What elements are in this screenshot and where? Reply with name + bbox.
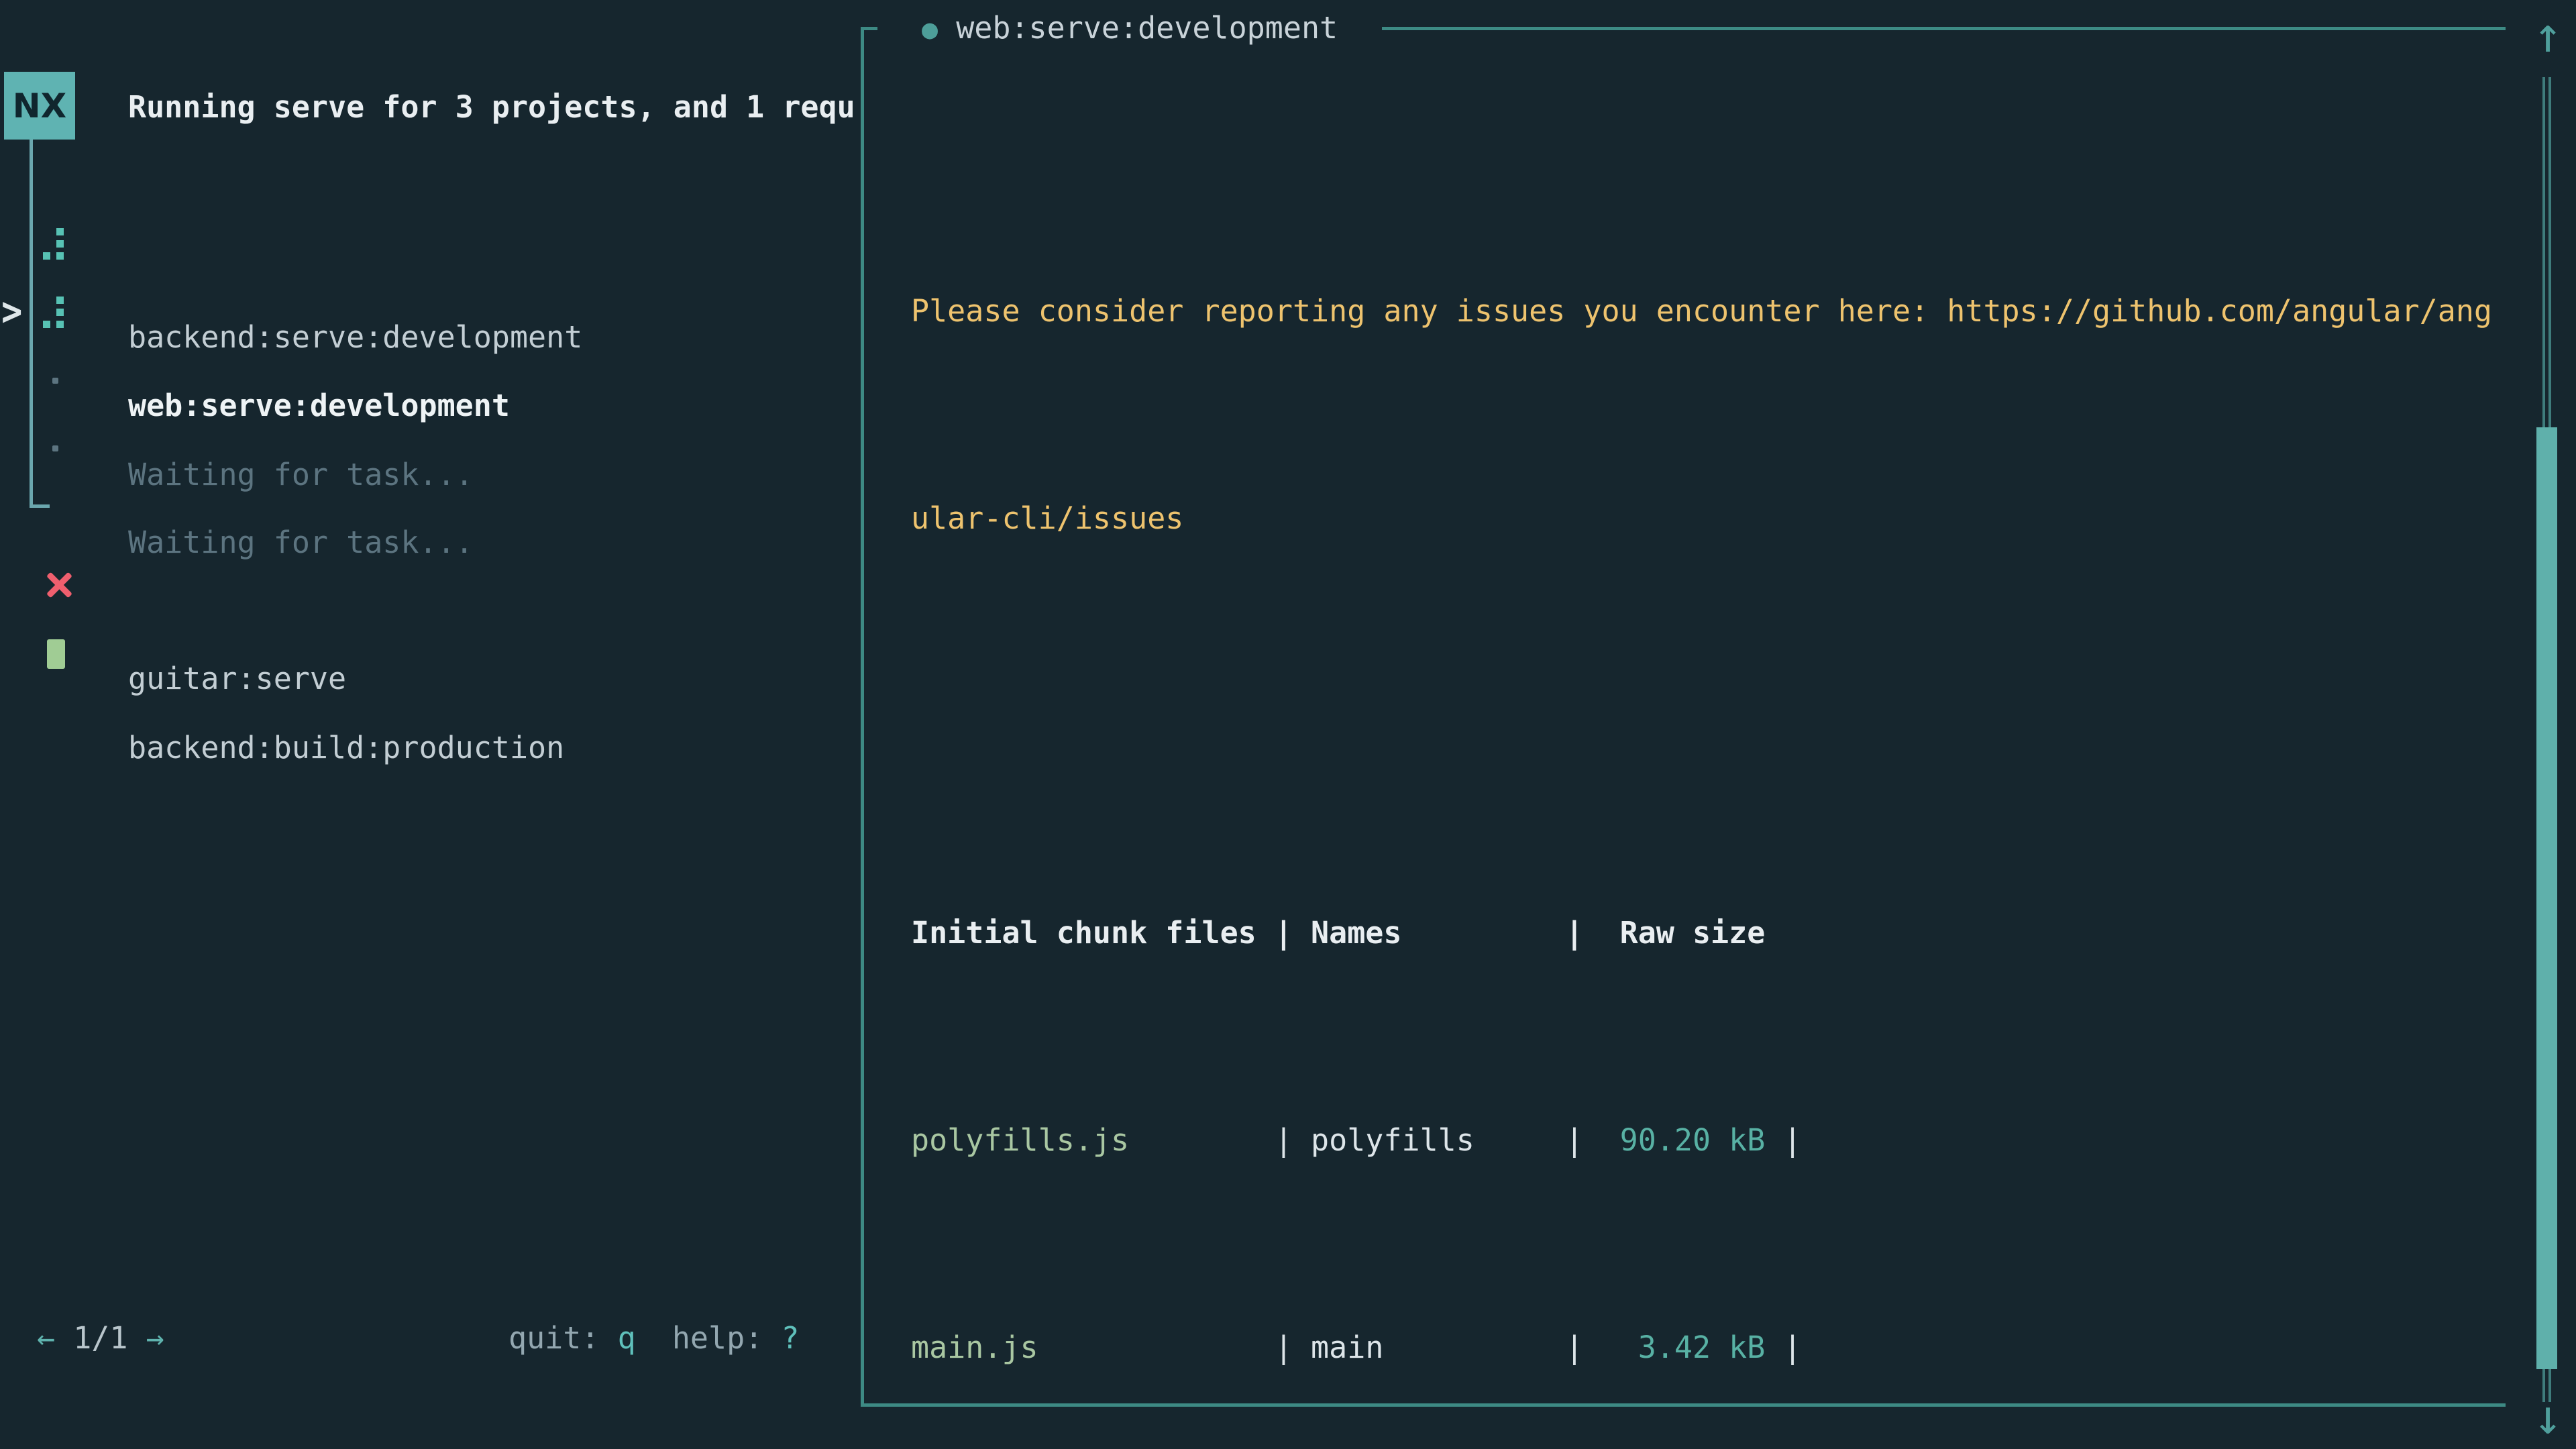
chunk-raw-size: 3.42 kB [1638, 1330, 1766, 1365]
nx-logo: NX [4, 72, 75, 140]
scroll-up-arrow-icon[interactable]: ↑ [2521, 0, 2575, 70]
chunk-file-name: polyfills.js [911, 1122, 1129, 1158]
help-key: ? [781, 1320, 799, 1356]
task-row-backend-serve[interactable]: backend:serve:development [0, 220, 861, 267]
task-row-backend-build[interactable]: backend:build:production [0, 631, 861, 678]
quit-key: q [618, 1320, 636, 1356]
square-icon [47, 639, 65, 669]
chunk-table-header: Initial chunk files | Names | Raw size [911, 898, 2492, 967]
panel-border-top [1382, 27, 2506, 30]
terminal-output: Please consider reporting any issues you… [911, 138, 2492, 1449]
next-page-arrow-icon[interactable]: → [146, 1320, 164, 1356]
notice-line: ular-cli/issues [911, 484, 2492, 553]
dot-icon [52, 378, 58, 384]
task-output-panel: ● web:serve:development Please consider … [861, 27, 2506, 1407]
task-label: Waiting for task... [128, 519, 474, 566]
scrollbar-thumb[interactable] [2536, 427, 2557, 1369]
task-row-web-serve[interactable]: web:serve:development [0, 288, 861, 335]
task-row-waiting-2[interactable]: Waiting for task... [0, 425, 861, 472]
prev-page-arrow-icon[interactable]: ← [37, 1320, 55, 1356]
page-indicator: 1/1 [73, 1320, 127, 1356]
notice-line: Please consider reporting any issues you… [911, 276, 2492, 345]
blank-line [911, 691, 2492, 760]
panel-title-text: web:serve:development [956, 10, 1338, 46]
chunk-table-row: polyfills.js | polyfills | 90.20 kB | [911, 1106, 2492, 1175]
pager: ← 1/1 → [37, 1315, 164, 1362]
task-label: backend:build:production [128, 724, 564, 771]
spinner-icon [42, 228, 68, 260]
help-bar: quit: q help: ? [508, 1315, 800, 1362]
quit-label: quit: [508, 1320, 618, 1356]
chunk-file-name: main.js [911, 1330, 1038, 1365]
chunk-raw-size: 90.20 kB [1620, 1122, 1766, 1158]
chunk-table-row: main.js | main | 3.42 kB | [911, 1313, 2492, 1382]
status-dot-icon: ● [922, 14, 938, 45]
help-label: help: [672, 1320, 782, 1356]
task-row-waiting-1[interactable]: Waiting for task... [0, 358, 861, 405]
nx-terminal-ui: NX Running serve for 3 projects, and 1 r… [0, 0, 2576, 1449]
task-row-guitar-serve[interactable]: guitar:serve [0, 561, 861, 608]
run-summary-title: Running serve for 3 projects, and 1 requ [128, 84, 855, 131]
panel-title: ● web:serve:development [922, 5, 1338, 52]
spinner-icon [42, 297, 68, 329]
panel-border-stub [864, 27, 877, 30]
scroll-down-arrow-icon[interactable]: ↓ [2521, 1382, 2575, 1449]
x-mark-icon [44, 571, 72, 599]
dot-icon [52, 445, 58, 451]
